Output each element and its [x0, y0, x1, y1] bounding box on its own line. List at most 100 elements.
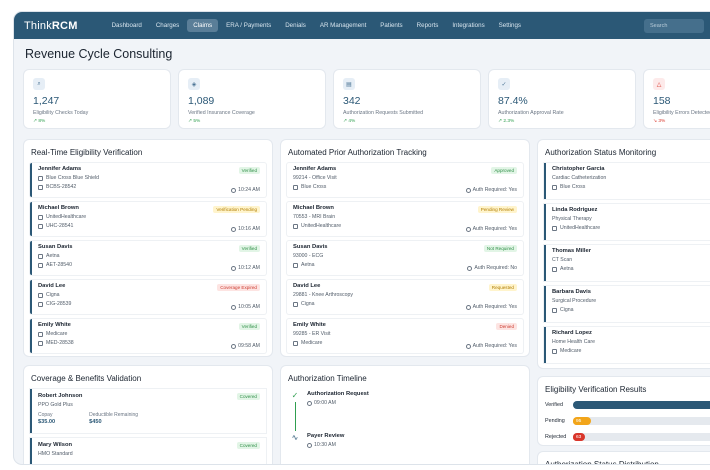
stat-label: Authorization Approval Rate — [498, 110, 564, 116]
stat-card[interactable]: ◈ 1,089 Verified Insurance Coverage ↗ 5% — [179, 70, 325, 128]
stat-cards: ⌕ 1,247 Eligibility Checks Today ↗ 8% ◈ 1,089… — [24, 70, 710, 128]
coverage-item[interactable]: Mary Wilson Covered HMO Standard — [30, 438, 266, 464]
timeline-title: Authorization Request — [307, 391, 369, 397]
insurance-icon — [38, 175, 43, 181]
stat-delta: ↗ 2.3% — [498, 119, 515, 124]
procedure: 93000 - ECG — [293, 253, 324, 259]
row-detail: Aetna — [552, 266, 710, 272]
stat-delta: ↗ 4% — [343, 119, 356, 124]
patient-name: Thomas Miller — [552, 248, 591, 254]
timestamp-text: 10:12 AM — [238, 265, 260, 271]
nav-item-settings[interactable]: Settings — [493, 19, 527, 32]
list-item[interactable]: Emily White Denied 99285 - ER Visit Medicar… — [287, 319, 523, 353]
nav-item-denials[interactable]: Denials — [279, 19, 312, 32]
search-input[interactable]: Search — [644, 18, 704, 33]
list-item[interactable]: Susan Davis Verified Aetna AET-28540 10:12 A… — [30, 241, 266, 275]
result-bar-track — [573, 401, 710, 409]
panel-title: Authorization Timeline — [288, 374, 367, 383]
clock-icon — [465, 304, 471, 310]
patient-name: Robert Johnson — [38, 393, 83, 399]
list-item[interactable]: Barbara Davis Surgical Procedure Cigna — [544, 286, 710, 322]
nav-item-charges[interactable]: Charges — [150, 19, 185, 32]
list-item[interactable]: Christopher Garcia Cardiac Catheterizatio… — [544, 163, 710, 199]
list-item[interactable]: Susan Davis Not Required 93000 - ECG Aetna A… — [287, 241, 523, 275]
timeline-panel: Authorization Timeline ✓ Authorization Re… — [281, 366, 529, 464]
timeline-title: Payer Review — [307, 433, 345, 439]
auth-required: Auth Required: Yes — [465, 304, 517, 310]
panel-title: Automated Prior Authorization Tracking — [288, 148, 427, 157]
stat-card[interactable]: ▤ 342 Authorization Requests Submitted ↗ 4% — [334, 70, 480, 128]
nav-item-ar-management[interactable]: AR Management — [314, 19, 372, 32]
panel-title: Coverage & Benefits Validation — [31, 374, 142, 383]
timestamp: 09:58 AM — [231, 343, 260, 349]
patient-name: David Lee — [293, 283, 321, 289]
row-detail-text: Cigna — [560, 307, 574, 313]
stat-label: Eligibility Checks Today — [33, 110, 89, 116]
stat-card[interactable]: ⌕ 1,247 Eligibility Checks Today ↗ 8% — [24, 70, 170, 128]
copay: Copay $35.00 — [38, 412, 55, 425]
brand-logo[interactable]: ThinkRCM — [24, 20, 78, 32]
row-detail: Aetna — [38, 253, 260, 259]
timeline-time-text: 09:00 AM — [314, 400, 336, 406]
list-item[interactable]: Jennifer Adams Verified Blue Cross Blue Sh… — [30, 163, 266, 197]
patient-name: Richard Lopez — [552, 330, 592, 336]
row-detail: CIG-28539 — [38, 301, 260, 307]
auth-required: Auth Required: Yes — [465, 343, 517, 349]
insurance-icon — [552, 266, 557, 272]
list-item[interactable]: Jennifer Adams Approved 99214 - Office Vis… — [287, 163, 523, 197]
row-detail-text: AET-28540 — [46, 262, 72, 268]
nav-item-integrations[interactable]: Integrations — [446, 19, 490, 32]
copay-label: Copay — [38, 412, 53, 418]
procedure: Cardiac Catheterization — [552, 175, 607, 181]
stat-card[interactable]: △ 158 Eligibility Errors Detected ↘ 3% — [644, 70, 710, 128]
timeline-connector — [294, 402, 296, 431]
list-item[interactable]: Michael Brown Pending Review 70553 - MRI B… — [287, 202, 523, 236]
row-detail: Blue Cross — [552, 184, 710, 190]
clock-icon — [231, 343, 237, 349]
auth-status-panel: Authorization Status Monitoring Christop… — [538, 140, 710, 368]
insurance-icon — [293, 340, 298, 346]
row-detail-text: Aetna — [560, 266, 574, 272]
list-item[interactable]: Thomas Miller CT Scan Aetna — [544, 245, 710, 281]
auth-required: Auth Required: Yes — [465, 226, 517, 232]
result-bar-track: 95 — [573, 417, 710, 425]
status-badge: Verification Pending — [213, 206, 260, 213]
nav-item-dashboard[interactable]: Dashboard — [106, 19, 148, 32]
status-badge: Verified — [238, 323, 260, 330]
procedure: Surgical Procedure — [552, 298, 597, 304]
deductible-label: Deductible Remaining — [89, 412, 139, 418]
status-badge: Requested — [488, 284, 517, 291]
list-item[interactable]: Richard Lopez Home Health Care Medicare — [544, 327, 710, 363]
list-item[interactable]: Emily White Verified Medicare MED-28538 09:5… — [30, 319, 266, 353]
nav-item-reports[interactable]: Reports — [411, 19, 445, 32]
nav-item-era-payments[interactable]: ERA / Payments — [220, 19, 277, 32]
status-badge: Denied — [496, 323, 517, 330]
nav-item-claims[interactable]: Claims — [187, 19, 219, 32]
row-detail-text: Cigna — [301, 301, 315, 307]
coverage-item[interactable]: Robert Johnson Covered PPO Gold Plus Copay $… — [30, 389, 266, 433]
timestamp: 10:24 AM — [231, 187, 260, 193]
list-item[interactable]: David Lee Requested 29881 - Knee Arthrosco… — [287, 280, 523, 314]
list-item[interactable]: David Lee Coverage Expired Cigna CIG-28539 1… — [30, 280, 266, 314]
insurance-icon — [38, 214, 43, 220]
timeline-item[interactable]: ∿ Payer Review 10:30 AM — [289, 431, 521, 464]
list-item[interactable]: Linda Rodriguez Physical Therapy UnitedHea… — [544, 204, 710, 240]
clock-icon — [465, 187, 471, 193]
stat-card[interactable]: ✓ 87.4% Authorization Approval Rate ↗ 2.3% — [489, 70, 635, 128]
timeline-item[interactable]: ✓ Authorization Request 09:00 AM — [289, 389, 521, 431]
clock-icon — [467, 265, 473, 271]
auth-required-text: Auth Required: No — [474, 265, 517, 271]
row-detail: MED-28538 — [38, 340, 260, 346]
result-label: Rejected — [545, 434, 567, 440]
search-icon: ⌕ — [33, 78, 45, 90]
check-circle-icon: ✓ — [498, 78, 510, 90]
result-label: Verified — [545, 402, 563, 408]
stat-value: 1,089 — [188, 95, 215, 107]
auth-required: Auth Required: Yes — [465, 187, 517, 193]
nav-item-patients[interactable]: Patients — [374, 19, 408, 32]
timestamp: 10:12 AM — [231, 265, 260, 271]
id-card-icon — [38, 184, 43, 190]
plan-name: HMO Standard — [38, 451, 73, 457]
row-detail: BCBS-28542 — [38, 184, 260, 190]
list-item[interactable]: Michael Brown Verification Pending UnitedH… — [30, 202, 266, 236]
